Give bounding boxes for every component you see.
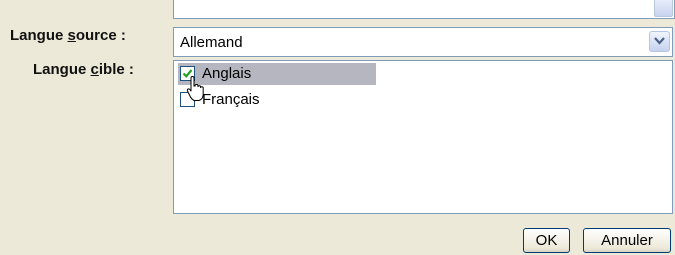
top-field-fragment: [173, 0, 675, 19]
list-item-francais[interactable]: Français: [178, 89, 376, 111]
source-language-label-rest: ource :: [75, 27, 126, 44]
list-item-label: Français: [202, 91, 260, 108]
hand-cursor-icon: [186, 76, 204, 101]
target-language-label: Langue cible :: [33, 61, 134, 78]
source-language-accelerator: s: [67, 27, 76, 44]
target-language-label-rest: ible :: [98, 61, 134, 78]
source-language-select[interactable]: Allemand: [173, 27, 673, 57]
list-item-anglais[interactable]: Anglais: [178, 63, 376, 85]
source-language-value: Allemand: [180, 34, 243, 51]
cancel-button[interactable]: Annuler: [583, 228, 671, 253]
list-item-label: Anglais: [202, 65, 252, 82]
source-language-label: Langue source :: [10, 27, 126, 44]
chevron-down-icon: [654, 37, 665, 45]
target-language-label-text: Langue: [33, 61, 91, 78]
source-language-label-text: Langue: [10, 27, 68, 44]
ok-button[interactable]: OK: [523, 228, 570, 253]
target-language-accelerator: c: [90, 61, 99, 78]
source-language-dropdown-button[interactable]: [649, 31, 670, 52]
target-language-list[interactable]: Anglais Français: [173, 60, 673, 214]
top-field-dropdown-button[interactable]: [654, 0, 673, 17]
